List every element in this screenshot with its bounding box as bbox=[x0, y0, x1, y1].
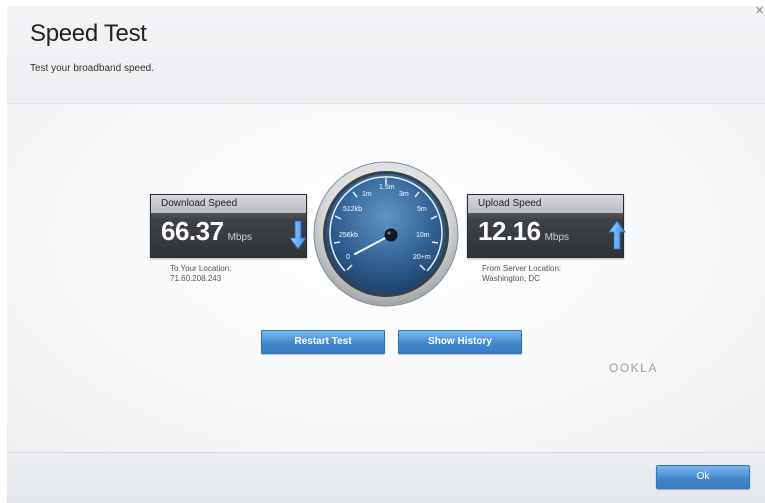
upload-speed-unit: Mbps bbox=[544, 232, 570, 243]
upload-location-value: Washington, DC bbox=[482, 274, 540, 283]
download-location-label: To Your Location: bbox=[170, 264, 232, 273]
download-arrow-icon bbox=[289, 220, 307, 250]
page-header: Speed Test Test your broadband speed. ✕ bbox=[7, 6, 765, 104]
gauge-tick-0: 0 bbox=[346, 254, 350, 261]
speed-test-area: Download Speed 66.37 Mbps To Your Locatio… bbox=[7, 104, 765, 452]
ookla-logo: OOKLA bbox=[609, 361, 658, 375]
gauge-tick-10m: 10m bbox=[416, 232, 430, 239]
restart-test-button[interactable]: Restart Test bbox=[261, 330, 385, 354]
upload-location-label: From Server Location: bbox=[482, 264, 562, 273]
upload-speed-value: 12.16 bbox=[478, 216, 541, 246]
gauge-tick-512kb: 512kb bbox=[343, 206, 362, 213]
download-speed-readout: 66.37 Mbps bbox=[161, 216, 252, 247]
page-title: Speed Test bbox=[30, 20, 147, 47]
gauge-tick-1-5m: 1.5m bbox=[379, 184, 395, 191]
gauge-tick-256kb: 256kb bbox=[339, 232, 358, 239]
page-subtitle: Test your broadband speed. bbox=[30, 63, 154, 74]
upload-speed-readout: 12.16 Mbps bbox=[478, 216, 569, 247]
gauge-tick-20m: 20+m bbox=[413, 254, 431, 261]
download-location-value: 71.60.208.243 bbox=[170, 274, 222, 283]
upload-arrow-icon bbox=[608, 220, 626, 250]
close-icon[interactable]: ✕ bbox=[755, 6, 764, 17]
upload-speed-panel: Upload Speed 12.16 Mbps bbox=[467, 194, 626, 258]
ok-button[interactable]: Ok bbox=[656, 465, 750, 489]
dialog-footer: Ok bbox=[7, 452, 765, 503]
upload-location: From Server Location: Washington, DC bbox=[482, 264, 561, 284]
download-location: To Your Location: 71.60.208.243 bbox=[170, 264, 231, 284]
download-speed-value: 66.37 bbox=[161, 216, 224, 246]
gauge-tick-5m: 5m bbox=[417, 206, 427, 213]
download-speed-label: Download Speed bbox=[151, 195, 306, 214]
upload-speed-label: Upload Speed bbox=[468, 195, 623, 214]
speedometer-gauge: 0 256kb 512kb 1m 1.5m 3m 5m 10m 20+m bbox=[313, 161, 459, 307]
download-speed-unit: Mbps bbox=[227, 232, 253, 243]
download-speed-panel: Download Speed 66.37 Mbps bbox=[150, 194, 307, 258]
speed-test-window: Speed Test Test your broadband speed. ✕ … bbox=[7, 6, 765, 503]
gauge-tick-1m: 1m bbox=[362, 191, 372, 198]
show-history-button[interactable]: Show History bbox=[398, 330, 522, 354]
gauge-tick-3m: 3m bbox=[399, 191, 409, 198]
